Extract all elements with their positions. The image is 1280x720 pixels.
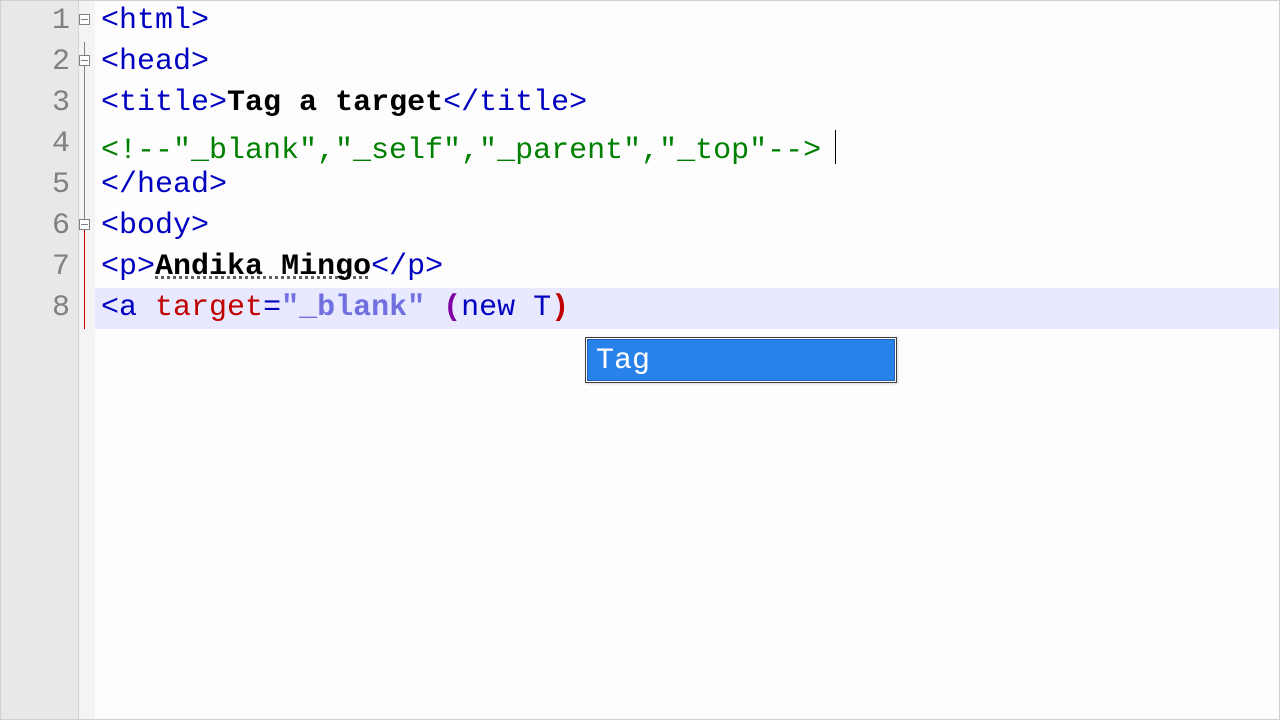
line-number: 1 xyxy=(1,1,70,42)
autocomplete-popup[interactable]: Tag xyxy=(585,337,897,383)
text-cursor xyxy=(835,130,836,164)
code-line[interactable]: <html> xyxy=(101,1,1279,42)
line-number-gutter: 1 2 3 4 5 6 7 8 xyxy=(1,1,79,719)
fold-toggle-icon[interactable] xyxy=(79,219,90,230)
code-line[interactable]: <body> xyxy=(101,206,1279,247)
line-number: 5 xyxy=(1,165,70,206)
line-number: 4 xyxy=(1,124,70,165)
code-editor: 1 2 3 4 5 6 7 8 <html> <head> xyxy=(1,1,1279,719)
code-area[interactable]: <html> <head> <title>Tag a target</title… xyxy=(95,1,1279,719)
line-number: 6 xyxy=(1,206,70,247)
code-line[interactable]: <!--"_blank","_self","_parent","_top"--> xyxy=(101,124,1279,165)
line-number: 8 xyxy=(1,288,70,329)
code-line[interactable]: <title>Tag a target</title> xyxy=(101,83,1279,124)
fold-margin xyxy=(79,1,95,719)
line-number: 7 xyxy=(1,247,70,288)
fold-toggle-icon[interactable] xyxy=(79,55,90,66)
fold-toggle-icon[interactable] xyxy=(79,14,90,25)
line-number: 2 xyxy=(1,42,70,83)
line-number: 3 xyxy=(1,83,70,124)
autocomplete-item[interactable]: Tag xyxy=(587,339,895,381)
code-line[interactable]: <head> xyxy=(101,42,1279,83)
code-line[interactable]: </head> xyxy=(101,165,1279,206)
code-line[interactable]: <p>Andika Mingo</p> xyxy=(101,247,1279,288)
